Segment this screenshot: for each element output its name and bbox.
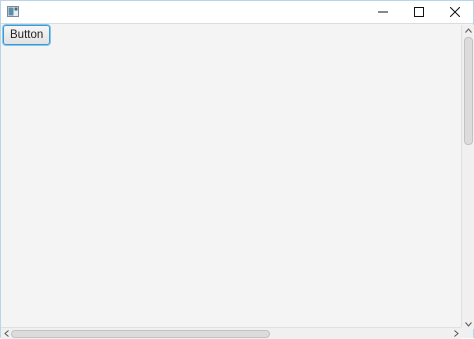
chevron-down-icon (464, 321, 472, 327)
chevron-left-icon (3, 330, 9, 337)
maximize-icon (414, 7, 424, 17)
maximize-button[interactable] (401, 1, 437, 23)
app-window: Button (0, 0, 474, 339)
vertical-scroll-thumb[interactable] (464, 37, 473, 145)
title-bar[interactable] (1, 1, 473, 23)
close-icon (450, 7, 460, 17)
chevron-up-icon (464, 27, 472, 33)
scroll-up-arrow[interactable] (462, 25, 474, 35)
minimize-icon (378, 11, 388, 13)
close-button[interactable] (437, 1, 473, 23)
minimize-button[interactable] (365, 1, 401, 23)
horizontal-scrollbar[interactable] (1, 327, 461, 339)
app-icon (7, 6, 19, 17)
horizontal-scroll-thumb[interactable] (11, 330, 270, 338)
scroll-right-arrow[interactable] (451, 328, 461, 339)
button[interactable]: Button (3, 25, 51, 45)
scroll-pane: Button (1, 23, 474, 339)
vertical-scrollbar[interactable] (461, 25, 474, 329)
scroll-left-arrow[interactable] (1, 328, 11, 339)
chevron-right-icon (453, 330, 459, 337)
scrollbar-corner (461, 327, 473, 338)
